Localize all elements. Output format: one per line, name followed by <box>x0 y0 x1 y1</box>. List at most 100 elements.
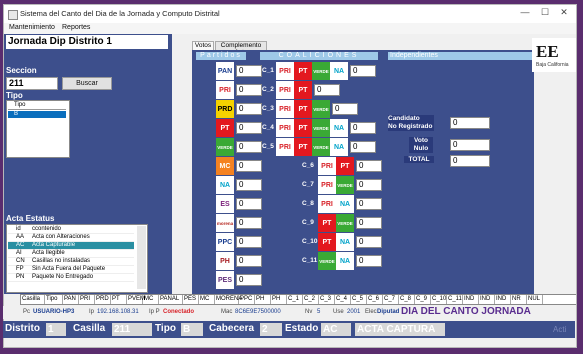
verde-logo-icon: VERDE <box>312 62 330 80</box>
acta-estatus-list[interactable]: id ccontenido AA Acta con Alteraciones A… <box>6 224 148 293</box>
grid-column-header[interactable]: MC <box>199 295 215 304</box>
voto-nulo-input[interactable]: 0 <box>450 139 490 151</box>
grid-column-header[interactable]: IND <box>479 295 495 304</box>
party-vote-input[interactable]: 0 <box>236 274 262 286</box>
list-item-selected[interactable]: AC Acta Capturable <box>8 242 134 250</box>
party-vote-input[interactable]: 0 <box>236 236 262 248</box>
party-vote-input[interactable]: 0 <box>236 122 262 134</box>
grid-column-header[interactable]: C_6 <box>367 295 383 304</box>
grid-column-header[interactable]: IND <box>463 295 479 304</box>
grid-column-header[interactable]: PES <box>183 295 199 304</box>
seccion-label: Seccion <box>6 66 37 75</box>
casilla-label: Casilla <box>73 323 106 334</box>
grid-column-header[interactable]: C_7 <box>383 295 399 304</box>
tipo-list-row[interactable]: B <box>8 111 66 118</box>
grid-column-header[interactable]: C_10 <box>431 295 447 304</box>
coalition-vote-input[interactable]: 0 <box>356 198 382 210</box>
grid-column-header[interactable]: PRI <box>79 295 95 304</box>
menu-mantenimiento[interactable]: Mantenimiento <box>9 24 55 31</box>
seccion-input[interactable]: 211 <box>6 77 58 90</box>
grid-column-header[interactable]: PRD <box>95 295 111 304</box>
tab-complemento-acta[interactable]: Complemento Acta <box>215 41 267 56</box>
grid-column-header[interactable]: C_2 <box>303 295 319 304</box>
coalition-vote-input[interactable]: 0 <box>350 122 376 134</box>
acta-scrollbar[interactable] <box>137 226 146 289</box>
coalition-vote-input[interactable]: 0 <box>332 103 358 115</box>
candidato-no-registrado-input[interactable]: 0 <box>450 117 490 129</box>
grid-column-header[interactable]: Casilla <box>21 295 45 304</box>
grid-column-header[interactable]: C_3 <box>319 295 335 304</box>
total-input[interactable]: 0 <box>450 155 490 167</box>
pes-logo-icon: PES <box>216 271 234 289</box>
grid-column-header[interactable]: PANAL <box>159 295 183 304</box>
grid-column-header[interactable]: NUL <box>527 295 543 304</box>
mac-value: 8C6E9E7500000 <box>235 309 281 315</box>
buscar-button[interactable]: Buscar <box>62 77 112 90</box>
main-window: Sistema del Canto del Dia de la Jornada … <box>3 4 577 348</box>
party-vote-input[interactable]: 0 <box>236 179 262 191</box>
party-vote-input[interactable]: 0 <box>236 141 262 153</box>
maximize-icon[interactable]: ☐ <box>536 7 554 18</box>
party-vote-input[interactable]: 0 <box>236 217 262 229</box>
nv-value: 5 <box>317 309 321 315</box>
coalition-vote-input[interactable]: 0 <box>356 255 382 267</box>
grid-column-header[interactable]: C_4 <box>335 295 351 304</box>
party-vote-input[interactable]: 0 <box>236 160 262 172</box>
grid-column-header[interactable]: C_11 <box>447 295 463 304</box>
app-icon <box>8 10 18 20</box>
menu-reportes[interactable]: Reportes <box>62 24 90 31</box>
grid-column-header[interactable]: Tipo <box>45 295 63 304</box>
minimize-icon[interactable]: — <box>516 7 534 17</box>
party-vote-input[interactable]: 0 <box>236 65 262 77</box>
tipo-list[interactable]: Tipo B <box>6 100 70 158</box>
grid-column-header[interactable]: MORENA <box>215 295 242 304</box>
casilla-value: 211 <box>112 323 152 336</box>
party-vote-input[interactable]: 0 <box>236 103 262 115</box>
pri-logo-icon: PRI <box>216 81 234 99</box>
pt-logo-icon: PT <box>294 62 312 80</box>
party-vote-input[interactable]: 0 <box>236 255 262 267</box>
pt-logo-icon: PT <box>294 100 312 118</box>
grid-column-header[interactable]: C_1 <box>287 295 303 304</box>
party-vote-input[interactable]: 0 <box>236 198 262 210</box>
pri-logo-icon: PRI <box>318 157 336 175</box>
pt-logo-icon: PT <box>318 233 336 251</box>
list-item[interactable]: CN Casillas no instaladas <box>8 258 134 266</box>
acta-item-id: AC <box>16 242 25 248</box>
grid-column-header[interactable]: C_5 <box>351 295 367 304</box>
grid-column-header[interactable]: PH <box>271 295 287 304</box>
grid-column-header[interactable]: PH <box>255 295 271 304</box>
grid-column-header[interactable]: MC <box>143 295 159 304</box>
party-vote-input[interactable]: 0 <box>236 84 262 96</box>
grid-column-header[interactable]: PVEM <box>127 295 145 304</box>
list-item[interactable]: AI Acta Ilegible <box>8 250 134 258</box>
coalition-vote-input[interactable]: 0 <box>356 160 382 172</box>
grid-column-header[interactable]: PT <box>111 295 127 304</box>
grid-column-header[interactable]: PPC <box>239 295 255 304</box>
cabecera-value: 2 <box>260 323 282 336</box>
results-grid-header[interactable]: Casilla Tipo PAN PRI PRD PT PVEM MC PANAL PES MC MO… <box>20 294 576 305</box>
tab-votos[interactable]: Votos <box>192 41 214 50</box>
list-item[interactable]: PN Paquete No Entregado <box>8 274 134 282</box>
grid-column-header[interactable]: IND <box>495 295 511 304</box>
coalition-vote-input[interactable]: 0 <box>350 65 376 77</box>
pt-logo-icon: PT <box>294 81 312 99</box>
acta-item-id: PN <box>16 274 25 280</box>
list-item[interactable]: FP Sin Acta Fuera del Paquete <box>8 266 134 274</box>
coalition-vote-input[interactable]: 0 <box>350 141 376 153</box>
coalition-vote-input[interactable]: 0 <box>356 236 382 248</box>
grid-column-header[interactable]: PAN <box>63 295 79 304</box>
acta-item-label: Acta Ilegible <box>32 250 65 256</box>
close-icon[interactable]: ✕ <box>555 7 573 18</box>
grid-column-header[interactable]: NR <box>511 295 527 304</box>
grid-column-header[interactable]: C_8 <box>399 295 415 304</box>
grid-column-header[interactable]: C_9 <box>415 295 431 304</box>
pri-logo-icon: PRI <box>276 81 294 99</box>
ip-value: 192.168.108.31 <box>97 309 139 315</box>
coalition-vote-input[interactable]: 0 <box>356 217 382 229</box>
iee-logo-sub: Baja California <box>536 62 569 68</box>
coalition-vote-input[interactable]: 0 <box>314 84 340 96</box>
coalition-vote-input[interactable]: 0 <box>356 179 382 191</box>
distrito-value: 1 <box>46 323 66 336</box>
list-item[interactable]: AA Acta con Alteraciones <box>8 234 134 242</box>
